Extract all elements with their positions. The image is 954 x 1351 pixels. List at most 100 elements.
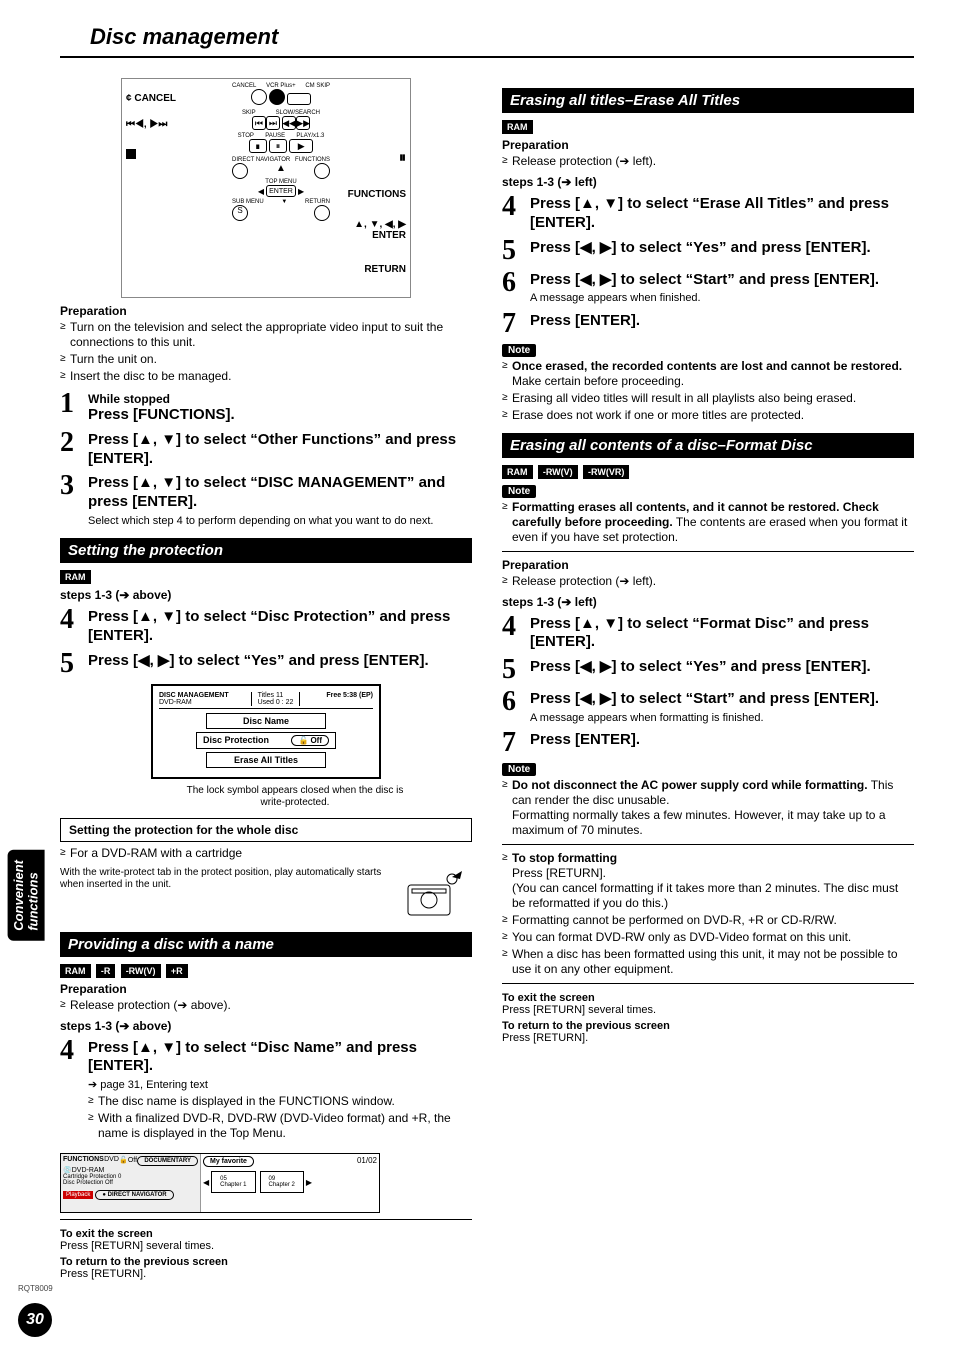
step-num: 3 [60, 472, 88, 528]
format-note: Formatting cannot be performed on DVD-R,… [502, 913, 914, 928]
btn-stop: ∎ [249, 139, 267, 153]
step-num: 5 [60, 650, 88, 678]
lbl-sm: SUB MENU [232, 199, 264, 205]
erase-note: Erase does not work if one or more title… [502, 408, 914, 423]
prev-head: To return to the previous screen [502, 1020, 914, 1032]
lock-pill: 🔓 Off [291, 735, 329, 746]
tv-dprot: Disc Protection Off [63, 1180, 198, 1186]
naming-prep-b1: Release protection (➔ above). [60, 998, 472, 1013]
boxed-subheading: Setting the protection for the whole dis… [60, 818, 472, 842]
callout-pause: ⏸ [399, 149, 406, 166]
format-s5: Press [◀, ▶] to select “Yes” and press [… [530, 658, 914, 677]
exit-head: To exit the screen [60, 1228, 472, 1240]
tv-dvd: DVD [104, 1156, 119, 1166]
section-erase-all: Erasing all titles–Erase All Titles [502, 88, 914, 113]
menu-titles: Titles 11 [258, 692, 294, 699]
btn-vcr [269, 89, 285, 105]
badge: RAM [502, 465, 533, 479]
lbl-fn: FUNCTIONS [295, 157, 330, 163]
step-num: 4 [502, 193, 530, 233]
tv-doc: DOCUMENTARY [137, 1156, 198, 1166]
exit-body: Press [RETURN] several times. [60, 1240, 472, 1252]
erase-s7: Press [ENTER]. [530, 312, 914, 331]
badge: -RW(V) [538, 465, 578, 479]
menu-disc-name: Disc Name [206, 713, 326, 729]
step-num: 6 [502, 688, 530, 725]
page-title: Disc management [60, 20, 914, 58]
badge: +R [166, 964, 188, 978]
remote-diagram: ¢ CANCEL ⏮◀, ▶⏭ ⏸ FUNCTIONS ▲, ▼, ◀, ▶ E… [121, 78, 411, 298]
callout-skip: ⏮◀, ▶⏭ [126, 119, 167, 130]
steps-ref: steps 1-3 (➔ above) [60, 588, 472, 602]
note-badge: Note [502, 763, 536, 776]
doc-code: RQT8009 [18, 1284, 53, 1293]
erase-note: Once erased, the recorded contents are l… [502, 359, 914, 389]
naming-prep-head: Preparation [60, 982, 472, 996]
format-s6sub: A message appears when formatting is fin… [530, 711, 914, 725]
section-naming: Providing a disc with a name [60, 932, 472, 957]
format-stop: To stop formatting Press [RETURN]. (You … [502, 851, 914, 911]
format-prep-head: Preparation [502, 558, 914, 572]
step-num: 2 [60, 429, 88, 469]
section-format: Erasing all contents of a disc–Format Di… [502, 433, 914, 458]
step-num: 1 [60, 390, 88, 425]
step3-sub: Select which step 4 to perform depending… [88, 514, 472, 528]
prev-body: Press [RETURN]. [60, 1268, 472, 1280]
menu-header: DISC MANAGEMENT [159, 692, 229, 699]
callout-cancel: CANCEL [134, 93, 176, 104]
format-note: When a disc has been formatted using thi… [502, 947, 914, 977]
badge-ram: RAM [502, 120, 533, 134]
callout-arrows-enter: ▲, ▼, ◀, ▶ ENTER [354, 219, 406, 241]
tv-playback: Playback [63, 1191, 93, 1199]
protect-s4: Press [▲, ▼] to select “Disc Protection”… [88, 608, 472, 646]
page-number: 30 [18, 1303, 52, 1337]
format-note: Do not disconnect the AC power supply co… [502, 778, 914, 838]
cartridge-text: With the write-protect tab in the protec… [60, 867, 396, 892]
menu-used: Used 0 : 22 [258, 699, 294, 706]
cartridge-icon [402, 867, 472, 922]
format-warn: Formatting erases all contents, and it c… [502, 500, 914, 545]
erase-s6sub: A message appears when finished. [530, 291, 914, 305]
exit-head: To exit the screen [502, 992, 914, 1004]
step-num: 4 [60, 1037, 88, 1148]
btn-fn [314, 163, 330, 179]
step-num: 7 [502, 310, 530, 338]
btn-next: ⏭ [266, 116, 280, 130]
naming-s4: Press [▲, ▼] to select “Disc Name” and p… [88, 1039, 472, 1077]
left-column: ¢ CANCEL ⏮◀, ▶⏭ ⏸ FUNCTIONS ▲, ▼, ◀, ▶ E… [60, 78, 472, 1280]
format-s4: Press [▲, ▼] to select “Format Disc” and… [530, 615, 914, 653]
prep-item: Turn on the television and select the ap… [60, 320, 472, 350]
prev-head: To return to the previous screen [60, 1256, 472, 1268]
naming-s4b: The disc name is displayed in the FUNCTI… [88, 1094, 472, 1109]
erase-steps-ref: steps 1-3 (➔ left) [502, 175, 914, 189]
step-num: 6 [502, 269, 530, 306]
step-num: 7 [502, 729, 530, 757]
protect-s5: Press [◀, ▶] to select “Yes” and press [… [88, 652, 472, 671]
lock-note: The lock symbol appears closed when the … [180, 785, 410, 810]
tv-chap1: 05 Chapter 1 [211, 1171, 255, 1193]
erase-note: Erasing all video titles will result in … [502, 391, 914, 406]
btn-enter: ENTER [266, 185, 296, 197]
btn-ff: ▶▶ [296, 116, 310, 130]
btn-cancel [251, 89, 267, 105]
note-badge: Note [502, 344, 536, 357]
tv-fav: My favorite [203, 1156, 254, 1167]
prep-item: Insert the disc to be managed. [60, 369, 472, 384]
naming-s4b: With a finalized DVD-R, DVD-RW (DVD-Vide… [88, 1111, 472, 1141]
badge: -RW(V) [121, 964, 161, 978]
format-prep-b1: Release protection (➔ left). [502, 574, 914, 589]
format-s7: Press [ENTER]. [530, 731, 914, 750]
btn-rew: ◀◀ [282, 116, 296, 130]
btn-pause: ⏸ [269, 139, 287, 153]
btn-ret [314, 205, 330, 221]
step-num: 5 [502, 656, 530, 684]
note-badge: Note [502, 485, 536, 498]
step-num: 4 [502, 613, 530, 653]
badge-ram: RAM [60, 570, 91, 584]
prep-item: Turn the unit on. [60, 352, 472, 367]
btn-prev: ⏮ [252, 116, 266, 130]
step-num: 4 [60, 606, 88, 646]
right-column: Erasing all titles–Erase All Titles RAM … [502, 78, 914, 1280]
section-protection: Setting the protection [60, 538, 472, 563]
lbl-ret: RETURN [305, 199, 330, 205]
